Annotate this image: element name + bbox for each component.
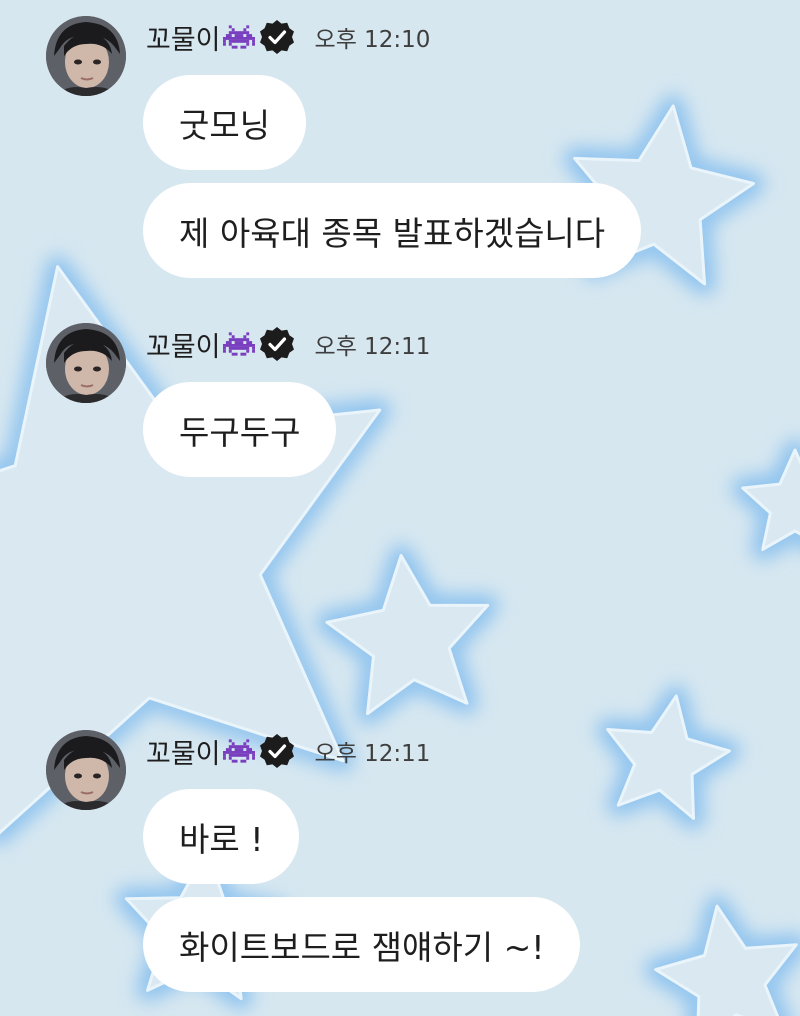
sender-name[interactable]: 꼬물이 [146,732,221,771]
message-header: 꼬물이 오후 12:11 [146,726,430,776]
avatar[interactable] [46,730,126,810]
message-header: 꼬물이 오후 12:11 [146,319,430,369]
avatar[interactable] [46,16,126,96]
star-wallpaper [0,94,800,1016]
verified-badge-icon [259,20,294,54]
chat-bubble[interactable]: 굿모닝 [143,75,307,170]
alien-monster-icon [222,332,255,356]
verified-badge-icon [259,327,294,361]
timestamp: 오후 12:10 [314,27,431,53]
alien-monster-icon [222,25,255,49]
chat-bubble[interactable]: 바로 ! [143,789,300,884]
sender-name[interactable]: 꼬물이 [146,325,221,364]
sender-name[interactable]: 꼬물이 [146,18,221,57]
verified-badge-icon [259,734,294,768]
chat-bubble[interactable]: 두구두구 [143,382,337,477]
alien-monster-icon [222,739,255,763]
timestamp: 오후 12:11 [314,334,431,360]
chat-bubble[interactable]: 화이트보드로 잼얘하기 ~! [143,897,581,992]
message-header: 꼬물이 오후 12:10 [146,12,430,62]
timestamp: 오후 12:11 [314,741,431,767]
avatar[interactable] [46,323,126,403]
chat-bubble[interactable]: 제 아육대 종목 발표하겠습니다 [143,183,642,278]
